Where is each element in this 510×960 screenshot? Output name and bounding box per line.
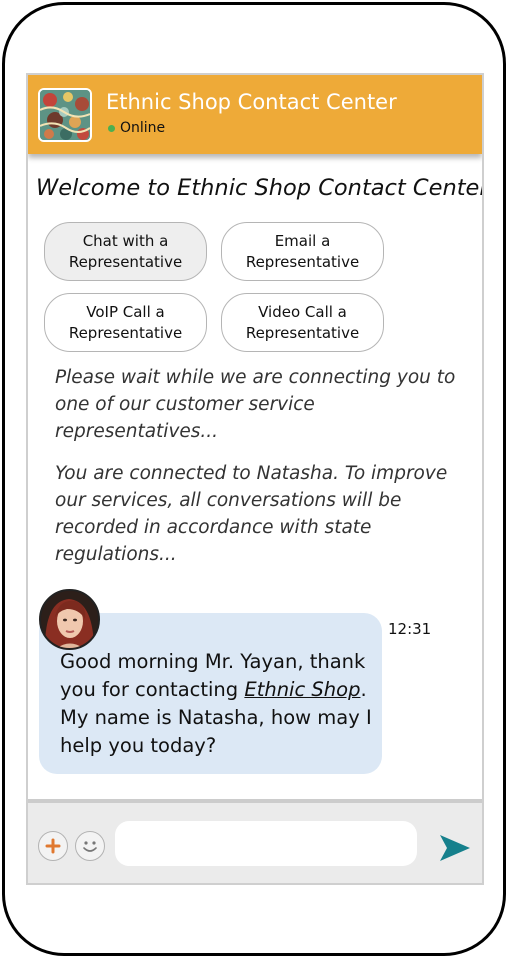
agent-avatar bbox=[39, 589, 100, 650]
send-button[interactable] bbox=[438, 833, 472, 863]
button-label: VoIP Call a Representative bbox=[68, 302, 183, 342]
button-label: Email a Representative bbox=[245, 231, 360, 271]
agent-portrait-icon bbox=[41, 591, 98, 648]
email-representative-button[interactable]: Email a Representative bbox=[221, 222, 384, 281]
emoji-button[interactable] bbox=[75, 831, 105, 861]
status-text: Online bbox=[120, 120, 166, 136]
connecting-message: Please wait while we are connecting you … bbox=[55, 367, 456, 442]
message-composer bbox=[28, 799, 482, 883]
smiley-icon bbox=[83, 841, 97, 852]
button-label: Chat with a Representative bbox=[68, 231, 183, 271]
welcome-heading: Welcome to Ethnic Shop Contact Center bbox=[36, 175, 484, 201]
mosaic-pattern-logo-icon bbox=[38, 88, 92, 142]
header-title: Ethnic Shop Contact Center bbox=[106, 90, 397, 114]
message-input[interactable] bbox=[115, 821, 417, 866]
message-timestamp: 12:31 bbox=[388, 620, 432, 638]
status-indicator: Online bbox=[108, 120, 165, 136]
plus-icon bbox=[45, 838, 61, 854]
voip-call-representative-button[interactable]: VoIP Call a Representative bbox=[44, 293, 207, 352]
connected-message: You are connected to Natasha. To improve… bbox=[55, 463, 448, 565]
chat-with-representative-button[interactable]: Chat with a Representative bbox=[44, 222, 207, 281]
button-label: Video Call a Representative bbox=[245, 302, 360, 342]
send-arrow-icon bbox=[440, 835, 470, 861]
video-call-representative-button[interactable]: Video Call a Representative bbox=[221, 293, 384, 352]
online-dot-icon bbox=[108, 124, 115, 132]
ethnic-shop-link[interactable]: Ethnic Shop bbox=[244, 678, 360, 701]
add-attachment-button[interactable] bbox=[38, 831, 68, 861]
chat-header: Ethnic Shop Contact Center Online bbox=[28, 75, 482, 154]
chat-widget: Ethnic Shop Contact Center Online Welcom… bbox=[26, 73, 484, 885]
